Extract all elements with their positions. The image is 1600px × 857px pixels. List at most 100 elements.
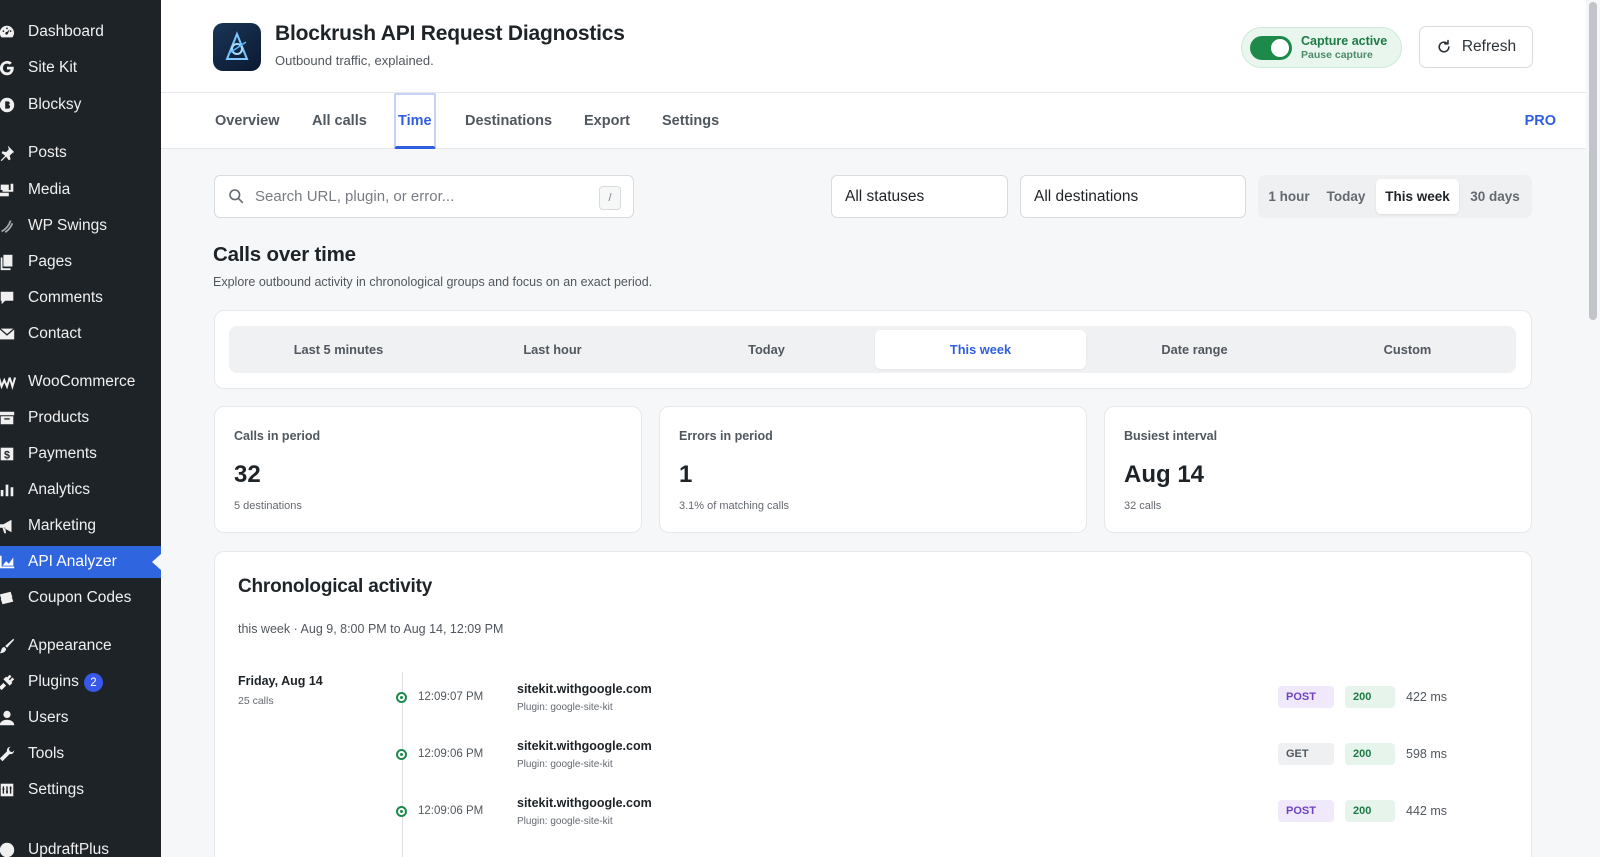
sidebar-item-label: UpdraftPlus [28, 841, 109, 857]
pause-capture-label[interactable]: Pause capture [1301, 49, 1373, 61]
page-subtitle: Outbound traffic, explained. [275, 53, 434, 68]
user-icon [0, 708, 17, 728]
sidebar-item-woocommerce[interactable]: WooCommerce [0, 366, 161, 398]
sidebar-item-users[interactable]: Users [0, 702, 161, 734]
sidebar-item-label: Site Kit [28, 59, 78, 76]
scrollbar-thumb[interactable] [1589, 2, 1597, 320]
destination-filter-select[interactable]: All destinations [1020, 175, 1246, 218]
page-title: Blockrush API Request Diagnostics [275, 22, 625, 45]
dashboard-icon [0, 22, 17, 42]
capture-toggle[interactable]: Capture active Pause capture [1241, 27, 1402, 68]
stat-card-busiest: Busiest interval Aug 14 32 calls [1104, 406, 1532, 533]
sidebar-item-marketing[interactable]: Marketing [0, 510, 161, 542]
tab-overview[interactable]: Overview [215, 93, 280, 149]
pages-icon [0, 252, 17, 272]
dollar-icon: $ [0, 444, 17, 464]
call-host[interactable]: sitekit.withgoogle.com [517, 682, 652, 696]
sidebar-item-label: Appearance [28, 637, 112, 654]
stat-value: Aug 14 [1124, 461, 1205, 488]
tab-destinations[interactable]: Destinations [465, 93, 552, 149]
mail-icon [0, 324, 17, 344]
tab-time[interactable]: Time [394, 93, 436, 149]
activity-row[interactable]: 12:09:06 PM sitekit.withgoogle.com Plugi… [393, 786, 1473, 842]
active-tab-indicator [394, 93, 436, 149]
activity-title: Chronological activity [238, 576, 433, 597]
sidebar-item-label: Plugins [28, 673, 79, 690]
tab-label: Export [584, 113, 630, 129]
sidebar-item-contact[interactable]: Contact [0, 318, 161, 350]
refresh-icon [1438, 39, 1450, 53]
admin-sidebar: Dashboard Site Kit Blocksy Posts Media W… [0, 0, 161, 857]
sidebar-item-label: Contact [28, 325, 82, 342]
sidebar-item-settings[interactable]: Settings [0, 774, 161, 806]
period-date-range[interactable]: Date range [1089, 330, 1300, 369]
search-input[interactable] [255, 176, 585, 217]
call-duration: 598 ms [1406, 747, 1447, 761]
sidebar-item-wp-swings[interactable]: WP Swings [0, 210, 161, 242]
period-last-hour[interactable]: Last hour [447, 330, 658, 369]
sidebar-item-tools[interactable]: Tools [0, 738, 161, 770]
bar-chart-icon [0, 480, 17, 500]
range-30-days[interactable]: 30 days [1463, 179, 1527, 214]
call-host[interactable]: sitekit.withgoogle.com [517, 739, 652, 753]
sidebar-item-products[interactable]: Products [0, 402, 161, 434]
sidebar-item-label: Users [28, 709, 69, 726]
settings-icon [0, 780, 17, 800]
call-host[interactable]: sitekit.withgoogle.com [517, 796, 652, 810]
period-custom[interactable]: Custom [1302, 330, 1513, 369]
scrollbar[interactable] [1586, 0, 1600, 857]
tab-bar: Overview All calls Time Destinations Exp… [161, 93, 1586, 149]
search-icon [228, 188, 244, 209]
tab-label: All calls [312, 113, 367, 129]
search-box[interactable]: / [214, 175, 634, 218]
stat-sub: 5 destinations [234, 500, 302, 512]
app-logo [213, 23, 261, 71]
sidebar-item-label: Media [28, 181, 71, 198]
sidebar-item-site-kit[interactable]: Site Kit [0, 52, 161, 84]
stat-value: 32 [234, 461, 261, 488]
sidebar-item-posts[interactable]: Posts [0, 137, 161, 169]
megaphone-icon [0, 516, 17, 536]
tab-all-calls[interactable]: All calls [312, 93, 367, 149]
period-last-5-minutes[interactable]: Last 5 minutes [233, 330, 444, 369]
sidebar-item-payments[interactable]: $ Payments [0, 438, 161, 470]
sidebar-item-plugins[interactable]: Plugins 2 [0, 666, 161, 698]
sidebar-item-blocksy[interactable]: Blocksy [0, 89, 161, 121]
updraft-icon [0, 840, 17, 857]
refresh-button[interactable]: Refresh [1419, 26, 1533, 68]
sidebar-item-analytics[interactable]: Analytics [0, 474, 161, 506]
range-this-week[interactable]: This week [1376, 179, 1459, 214]
sidebar-item-dashboard[interactable]: Dashboard [0, 16, 161, 48]
stat-label: Busiest interval [1124, 429, 1218, 443]
method-badge: POST [1278, 686, 1334, 708]
period-this-week[interactable]: This week [875, 330, 1086, 369]
sidebar-item-comments[interactable]: Comments [0, 282, 161, 314]
brush-icon [0, 636, 17, 656]
pro-link[interactable]: PRO [1525, 93, 1556, 149]
period-today[interactable]: Today [661, 330, 872, 369]
range-1-hour[interactable]: 1 hour [1262, 179, 1316, 214]
sidebar-item-label: Analytics [28, 481, 91, 498]
sidebar-item-appearance[interactable]: Appearance [0, 630, 161, 662]
tab-export[interactable]: Export [584, 93, 630, 149]
sidebar-item-pages[interactable]: Pages [0, 246, 161, 278]
sidebar-item-media[interactable]: Media [0, 174, 161, 206]
sidebar-item-api-analyzer[interactable]: API Analyzer [0, 546, 161, 578]
tab-settings[interactable]: Settings [662, 93, 719, 149]
sidebar-item-label: Posts [28, 144, 67, 161]
sidebar-item-label: Comments [28, 289, 103, 306]
sidebar-item-updraftplus[interactable]: UpdraftPlus [0, 834, 161, 857]
sidebar-item-label: Payments [28, 445, 97, 462]
status-filter-select[interactable]: All statuses [831, 175, 1008, 218]
woo-icon [0, 372, 17, 392]
stat-value: 1 [679, 461, 693, 488]
range-today[interactable]: Today [1320, 179, 1372, 214]
sidebar-item-coupon-codes[interactable]: Coupon Codes [0, 582, 161, 614]
section-description: Explore outbound activity in chronologic… [213, 275, 653, 289]
sidebar-item-label: Blocksy [28, 96, 82, 113]
toggle-switch[interactable] [1250, 36, 1292, 60]
activity-row[interactable]: 12:09:06 PM sitekit.withgoogle.com Plugi… [393, 729, 1473, 785]
status-dot-icon [396, 692, 407, 703]
activity-row[interactable]: 12:09:07 PM sitekit.withgoogle.com Plugi… [393, 672, 1473, 728]
quick-range-toggle: 1 hour Today This week 30 days [1258, 175, 1532, 218]
